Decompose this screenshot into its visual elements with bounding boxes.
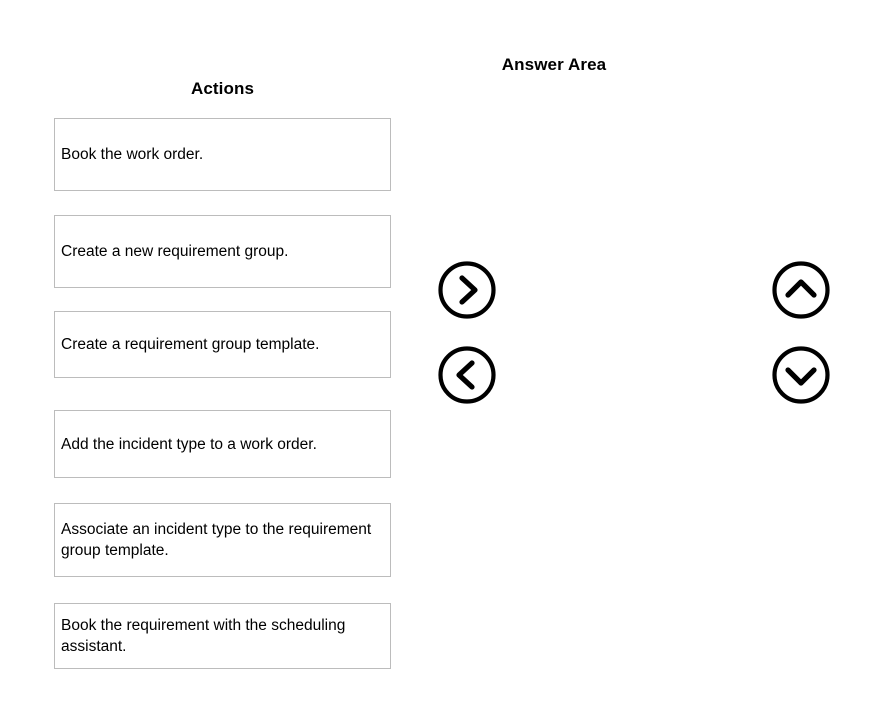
action-item-label: Book the work order. xyxy=(61,146,204,163)
answer-area-column-heading: Answer Area xyxy=(501,55,607,74)
action-item[interactable]: Associate an incident type to the requir… xyxy=(54,503,391,577)
question-canvas: Actions Answer Area Book the work order.… xyxy=(0,0,873,715)
move-right-button[interactable] xyxy=(437,260,497,320)
move-up-button[interactable] xyxy=(771,260,831,320)
move-down-button[interactable] xyxy=(771,345,831,405)
action-item-label: Add the incident type to a work order. xyxy=(61,435,317,453)
action-item[interactable]: Create a new requirement group. xyxy=(54,215,391,288)
action-item[interactable]: Book the work order. xyxy=(54,118,391,191)
chevron-down-icon xyxy=(772,346,830,404)
action-item[interactable]: Create a requirement group template. xyxy=(54,311,391,378)
chevron-up-icon xyxy=(772,261,830,319)
action-item-label: Create a new requirement group. xyxy=(61,243,289,260)
action-item-label: Book the requirement with the scheduling… xyxy=(61,617,346,655)
actions-column-heading: Actions xyxy=(190,79,255,98)
action-item-label: Create a requirement group template. xyxy=(61,336,320,353)
chevron-right-icon xyxy=(438,261,496,319)
move-left-button[interactable] xyxy=(437,345,497,405)
action-item[interactable]: Add the incident type to a work order. xyxy=(54,410,391,478)
action-item-label: Associate an incident type to the requir… xyxy=(61,521,372,559)
chevron-left-icon xyxy=(438,346,496,404)
action-item[interactable]: Book the requirement with the scheduling… xyxy=(54,603,391,669)
